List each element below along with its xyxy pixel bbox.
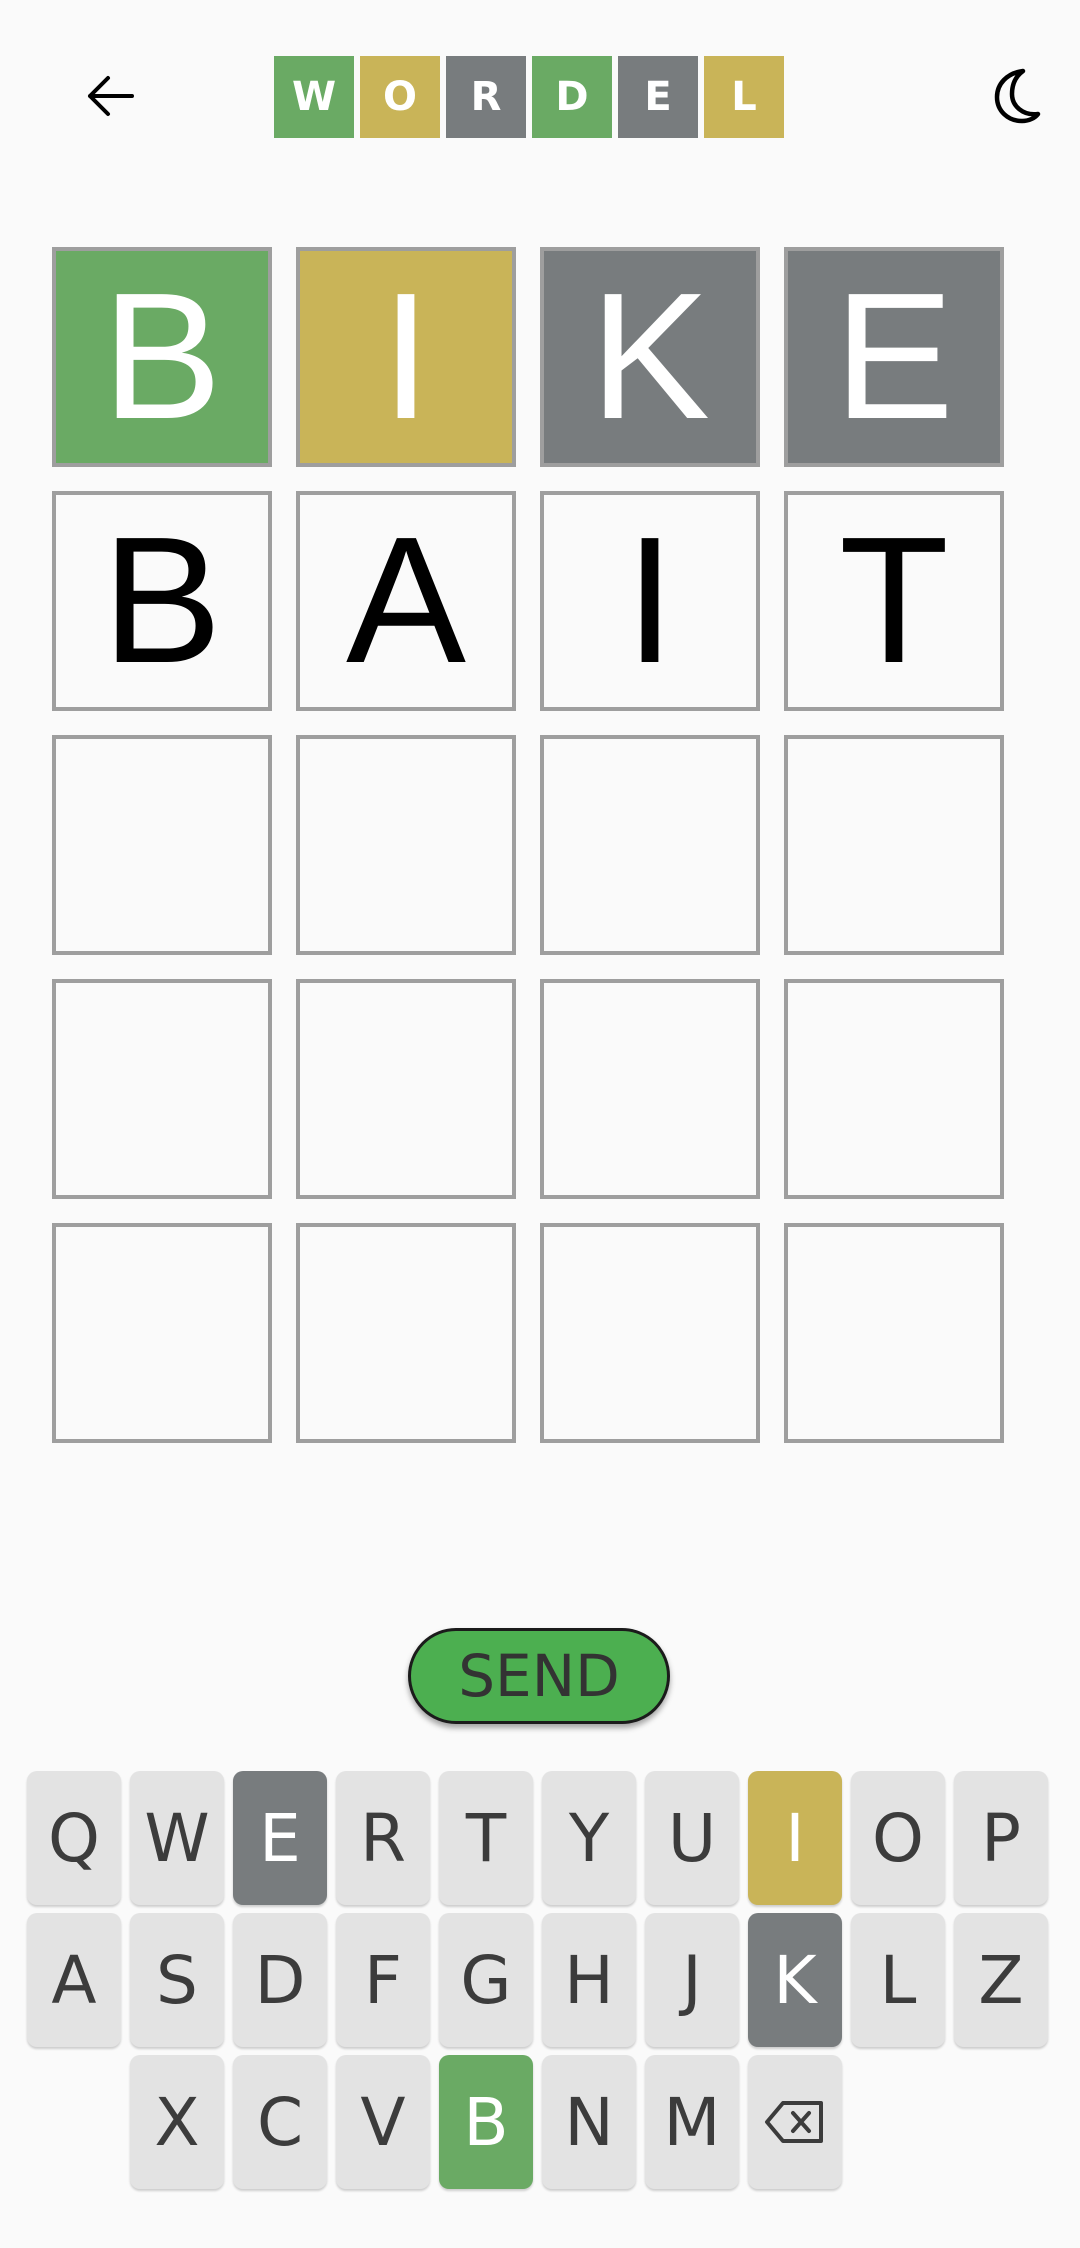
board-row xyxy=(52,979,1004,1199)
send-button[interactable]: SEND xyxy=(408,1628,670,1724)
keyboard-row: QWERTYUIOP xyxy=(27,1771,1048,1905)
key-w[interactable]: W xyxy=(130,1771,224,1905)
board-row xyxy=(52,735,1004,955)
logo-tile: W xyxy=(274,56,354,138)
board-row: BAIT xyxy=(52,491,1004,711)
logo-tile: D xyxy=(532,56,612,138)
board-cell xyxy=(296,735,516,955)
board-cell: K xyxy=(540,247,760,467)
board-cell xyxy=(52,1223,272,1443)
key-a[interactable]: A xyxy=(27,1913,121,2047)
game-board: BIKEBAIT xyxy=(52,247,1004,1467)
key-k[interactable]: K xyxy=(748,1913,842,2047)
key-n[interactable]: N xyxy=(542,2055,636,2189)
back-button[interactable] xyxy=(72,58,148,134)
arrow-left-icon xyxy=(88,76,134,116)
wordel-logo: WORDEL xyxy=(274,56,784,138)
logo-tile: L xyxy=(704,56,784,138)
key-j[interactable]: J xyxy=(645,1913,739,2047)
key-g[interactable]: G xyxy=(439,1913,533,2047)
board-cell: A xyxy=(296,491,516,711)
board-cell xyxy=(540,735,760,955)
logo-tile: O xyxy=(360,56,440,138)
keyboard-row: XCVBNM xyxy=(130,2055,842,2189)
key-v[interactable]: V xyxy=(336,2055,430,2189)
key-f[interactable]: F xyxy=(336,1913,430,2047)
key-c[interactable]: C xyxy=(233,2055,327,2189)
key-y[interactable]: Y xyxy=(542,1771,636,1905)
key-h[interactable]: H xyxy=(542,1913,636,2047)
board-cell: B xyxy=(52,247,272,467)
board-cell xyxy=(784,735,1004,955)
keyboard-row: ASDFGHJKLZ xyxy=(27,1913,1048,2047)
board-cell: I xyxy=(296,247,516,467)
key-r[interactable]: R xyxy=(336,1771,430,1905)
board-row xyxy=(52,1223,1004,1443)
board-cell: E xyxy=(784,247,1004,467)
board-cell xyxy=(296,979,516,1199)
key-q[interactable]: Q xyxy=(27,1771,121,1905)
key-m[interactable]: M xyxy=(645,2055,739,2189)
board-cell xyxy=(52,979,272,1199)
key-l[interactable]: L xyxy=(851,1913,945,2047)
board-row: BIKE xyxy=(52,247,1004,467)
board-cell xyxy=(784,979,1004,1199)
board-cell xyxy=(540,1223,760,1443)
key-d[interactable]: D xyxy=(233,1913,327,2047)
board-cell xyxy=(540,979,760,1199)
key-t[interactable]: T xyxy=(439,1771,533,1905)
backspace-key[interactable] xyxy=(748,2055,842,2189)
key-p[interactable]: P xyxy=(954,1771,1048,1905)
board-cell: I xyxy=(540,491,760,711)
board-cell xyxy=(296,1223,516,1443)
moon-icon xyxy=(994,68,1041,124)
key-b[interactable]: B xyxy=(439,2055,533,2189)
backspace-icon xyxy=(765,2101,823,2143)
theme-toggle-button[interactable] xyxy=(980,58,1050,134)
key-i[interactable]: I xyxy=(748,1771,842,1905)
board-cell: B xyxy=(52,491,272,711)
key-x[interactable]: X xyxy=(130,2055,224,2189)
key-z[interactable]: Z xyxy=(954,1913,1048,2047)
board-cell xyxy=(52,735,272,955)
board-cell xyxy=(784,1223,1004,1443)
key-o[interactable]: O xyxy=(851,1771,945,1905)
logo-tile: E xyxy=(618,56,698,138)
key-s[interactable]: S xyxy=(130,1913,224,2047)
key-u[interactable]: U xyxy=(645,1771,739,1905)
key-e[interactable]: E xyxy=(233,1771,327,1905)
app-header: WORDEL xyxy=(0,0,1080,200)
logo-tile: R xyxy=(446,56,526,138)
board-cell: T xyxy=(784,491,1004,711)
